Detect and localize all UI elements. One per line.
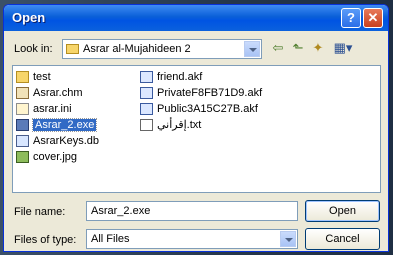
- open-dialog: Open ? ✕ Look in: Asrar al-Mujahideen 2 …: [3, 4, 389, 252]
- akf-icon: [140, 103, 153, 115]
- jpg-icon: [16, 151, 29, 163]
- file-name: PrivateF8FB71D9.akf: [157, 87, 263, 99]
- list-item[interactable]: cover.jpg: [16, 149, 99, 165]
- views-menu-icon[interactable]: ▦▾: [329, 39, 357, 57]
- look-in-value: Asrar al-Mujahideen 2: [83, 43, 191, 55]
- look-in-label: Look in:: [14, 43, 53, 55]
- akf-icon: [140, 71, 153, 83]
- folder-icon: [16, 71, 29, 83]
- files-of-type-label: Files of type:: [14, 234, 77, 246]
- file-name: test: [33, 71, 51, 83]
- list-item[interactable]: Asrar.chm: [16, 85, 99, 101]
- up-folder-icon[interactable]: ⬑: [289, 39, 307, 57]
- list-item[interactable]: friend.akf: [140, 69, 262, 85]
- help-button[interactable]: ?: [341, 8, 361, 28]
- file-name: Public3A15C27B.akf: [157, 103, 258, 115]
- new-folder-icon[interactable]: ✦: [309, 39, 327, 57]
- file-name: Asrar.chm: [33, 87, 83, 99]
- look-in-dropdown[interactable]: Asrar al-Mujahideen 2: [62, 39, 262, 59]
- cancel-button[interactable]: Cancel: [305, 228, 380, 250]
- chevron-down-icon[interactable]: [244, 41, 260, 57]
- file-column-2: friend.akf PrivateF8FB71D9.akf Public3A1…: [140, 69, 262, 133]
- exe-icon: [16, 119, 29, 131]
- list-item-selected[interactable]: Asrar_2.exe: [16, 117, 99, 133]
- list-item[interactable]: PrivateF8FB71D9.akf: [140, 85, 262, 101]
- title-bar[interactable]: Open ? ✕: [4, 5, 388, 31]
- files-of-type-dropdown[interactable]: All Files: [86, 229, 298, 249]
- txt-icon: [140, 119, 153, 131]
- db-icon: [16, 135, 29, 147]
- chm-icon: [16, 87, 29, 99]
- list-item[interactable]: asrar.ini: [16, 101, 99, 117]
- file-list[interactable]: test Asrar.chm asrar.ini Asrar_2.exe Asr…: [12, 65, 381, 193]
- file-name-label: File name:: [14, 206, 66, 218]
- list-item[interactable]: إقرأني.txt: [140, 117, 262, 133]
- file-name-input[interactable]: Asrar_2.exe: [86, 201, 298, 221]
- file-column-1: test Asrar.chm asrar.ini Asrar_2.exe Asr…: [16, 69, 99, 165]
- file-name: cover.jpg: [33, 151, 78, 163]
- open-button[interactable]: Open: [305, 200, 380, 222]
- dialog-title: Open: [12, 10, 46, 25]
- close-button[interactable]: ✕: [363, 8, 383, 28]
- file-name: asrar.ini: [33, 103, 72, 115]
- file-name: friend.akf: [157, 71, 203, 83]
- list-item[interactable]: Public3A15C27B.akf: [140, 101, 262, 117]
- ini-icon: [16, 103, 29, 115]
- folder-icon: [66, 44, 79, 54]
- list-item[interactable]: AsrarKeys.db: [16, 133, 99, 149]
- file-name: إقرأني.txt: [157, 119, 202, 131]
- chevron-down-icon[interactable]: [280, 231, 296, 247]
- files-of-type-value: All Files: [91, 233, 130, 245]
- file-name: AsrarKeys.db: [33, 135, 100, 147]
- list-item[interactable]: test: [16, 69, 99, 85]
- back-icon[interactable]: ⇦: [269, 39, 287, 57]
- akf-icon: [140, 87, 153, 99]
- file-name: Asrar_2.exe: [31, 118, 98, 132]
